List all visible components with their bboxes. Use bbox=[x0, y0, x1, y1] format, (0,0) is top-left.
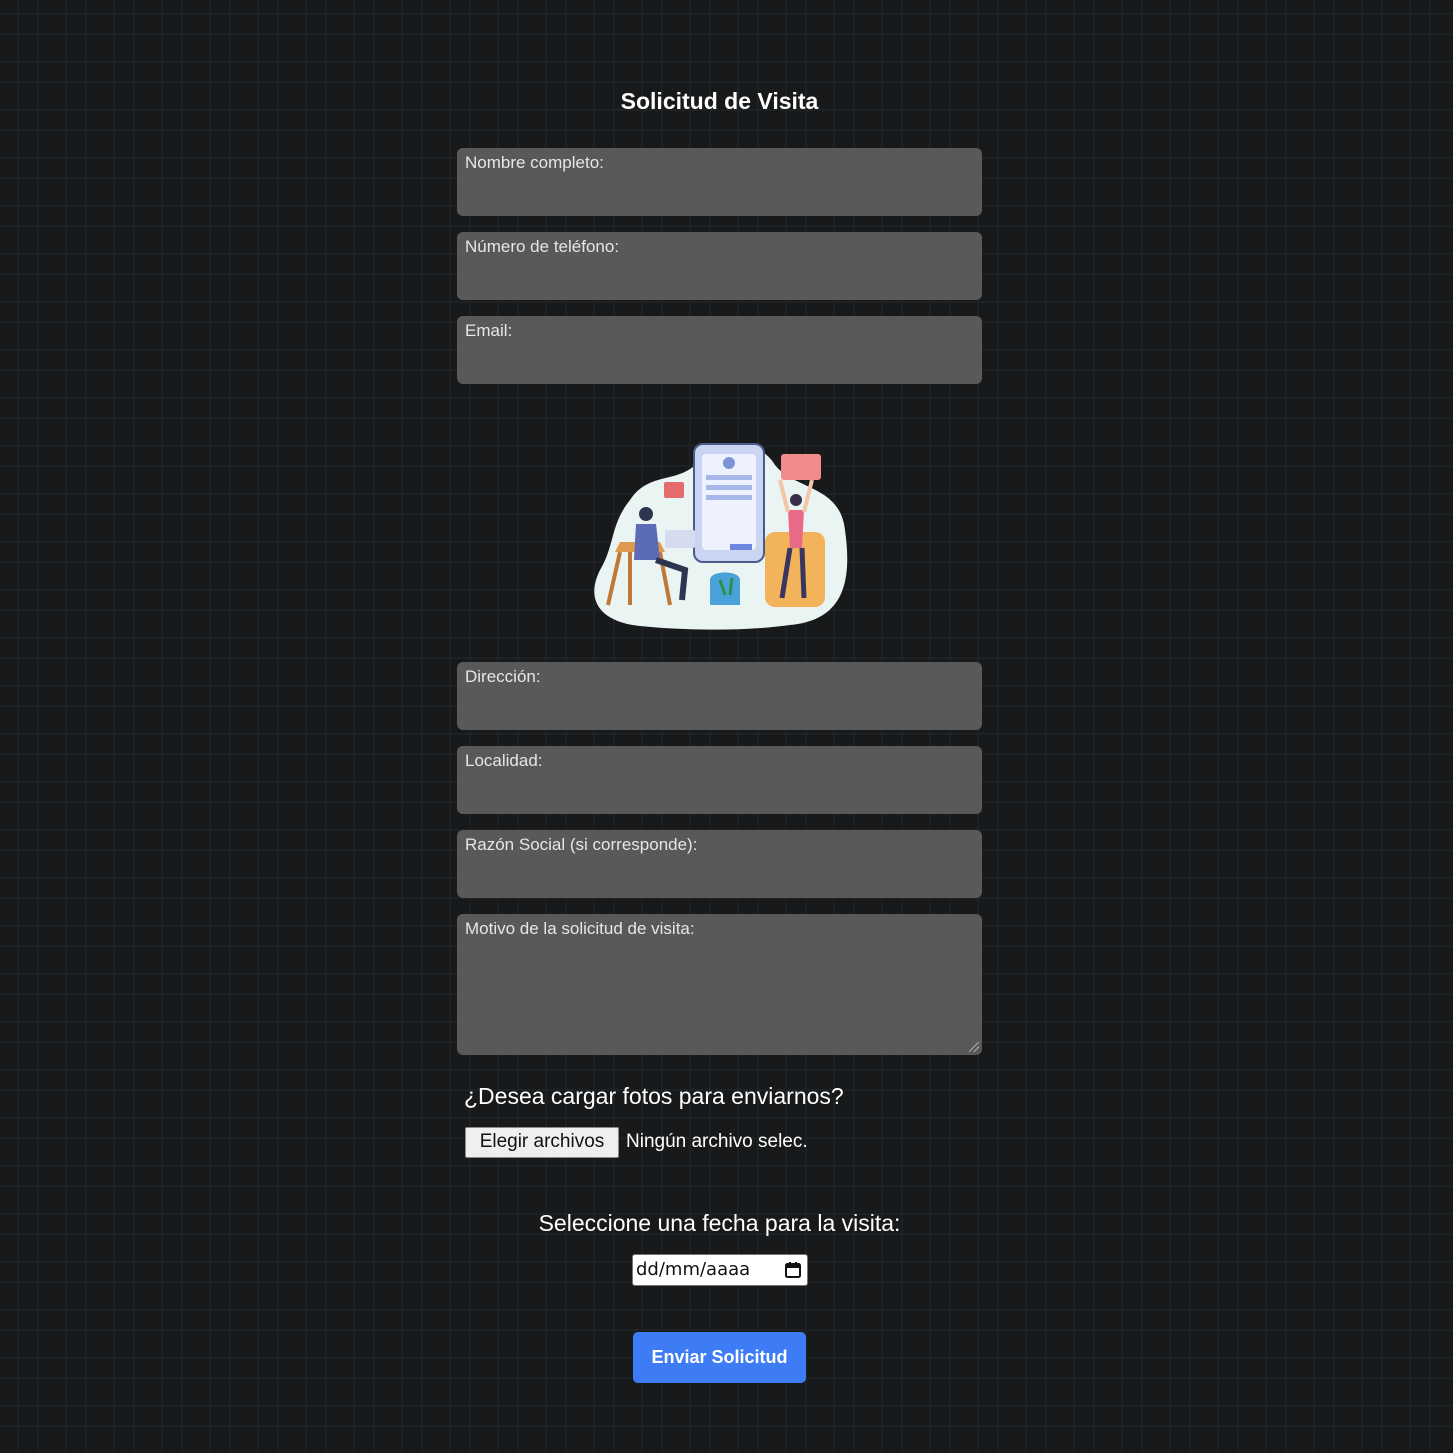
motivo-placeholder: Motivo de la solicitud de visita: bbox=[465, 919, 695, 938]
telefono-field[interactable]: Número de teléfono: bbox=[457, 232, 982, 300]
page-title: Solicitud de Visita bbox=[620, 88, 819, 114]
direccion-field[interactable]: Dirección: bbox=[457, 662, 982, 730]
razon-social-field[interactable]: Razón Social (si corresponde): bbox=[457, 830, 982, 898]
date-label: Seleccione una fecha para la visita: bbox=[538, 1210, 901, 1236]
razon-social-placeholder: Razón Social (si corresponde): bbox=[465, 835, 698, 854]
form-illustration bbox=[594, 443, 848, 630]
nombre-field[interactable]: Nombre completo: bbox=[457, 148, 982, 216]
motivo-textarea[interactable]: Motivo de la solicitud de visita: bbox=[457, 914, 982, 1055]
calendar-icon[interactable] bbox=[784, 1261, 802, 1279]
telefono-placeholder: Número de teléfono: bbox=[465, 237, 620, 256]
localidad-field[interactable]: Localidad: bbox=[457, 746, 982, 814]
resize-handle-icon[interactable] bbox=[969, 1042, 979, 1052]
submit-button[interactable]: Enviar Solicitud bbox=[633, 1332, 806, 1383]
nombre-placeholder: Nombre completo: bbox=[465, 153, 604, 172]
date-input[interactable]: dd/mm/aaaa bbox=[632, 1254, 808, 1286]
email-placeholder: Email: bbox=[465, 321, 513, 340]
photos-question: ¿Desea cargar fotos para enviarnos? bbox=[464, 1083, 844, 1109]
file-status-text: Ningún archivo selec. bbox=[626, 1131, 808, 1152]
email-field[interactable]: Email: bbox=[457, 316, 982, 384]
direccion-placeholder: Dirección: bbox=[465, 667, 541, 686]
localidad-placeholder: Localidad: bbox=[465, 751, 543, 770]
choose-files-button[interactable]: Elegir archivos bbox=[465, 1127, 619, 1158]
date-placeholder: dd/mm/aaaa bbox=[636, 1259, 751, 1280]
